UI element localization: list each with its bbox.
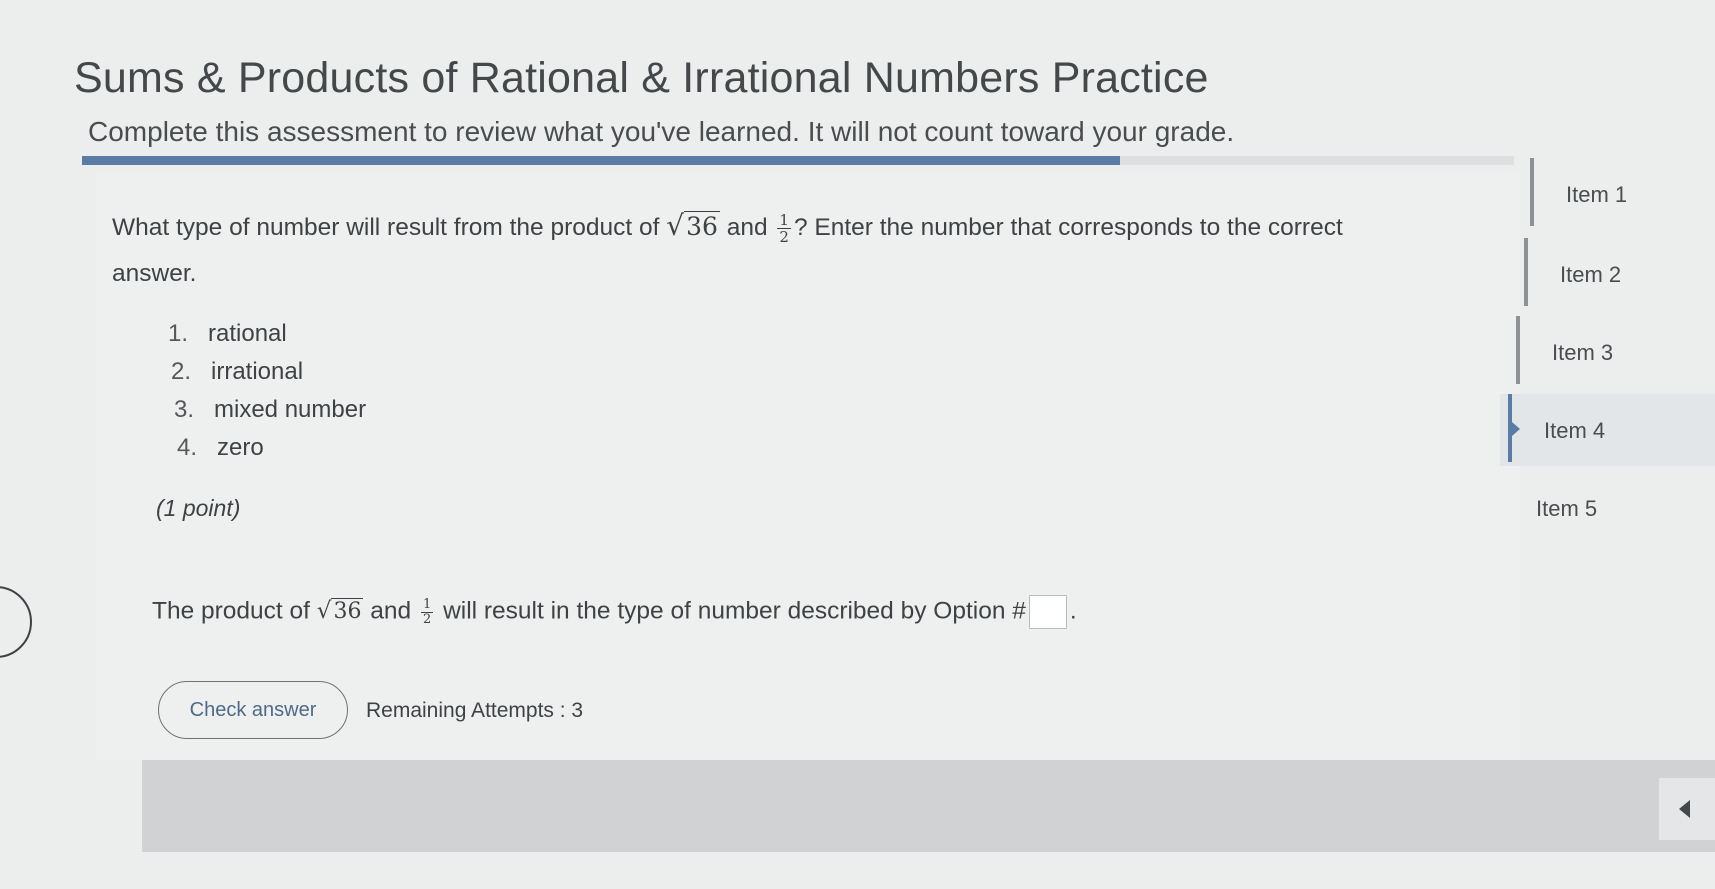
- and-word: and: [370, 597, 412, 625]
- prompt-start: What type of number will result from the…: [112, 214, 660, 241]
- sentence-mid: will result in the type of number descri…: [443, 597, 1026, 625]
- fraction-numerator: 1: [777, 211, 791, 230]
- answer-option: 4. zero: [177, 429, 366, 467]
- answer-option: 3. mixed number: [174, 391, 366, 429]
- bottom-toolbar: [142, 760, 1715, 852]
- sentence-start: The product of: [152, 597, 310, 625]
- sentence-end: .: [1069, 597, 1077, 625]
- item-nav-1[interactable]: Item 1: [1500, 158, 1715, 230]
- option-number: 3.: [174, 396, 195, 423]
- sqrt-radicand: 36: [331, 598, 364, 625]
- item-nav-indicator: [1524, 238, 1528, 306]
- item-nav-indicator: [1516, 316, 1520, 384]
- item-nav-label: Item 4: [1544, 418, 1606, 443]
- item-nav-5[interactable]: Item 5: [1500, 472, 1715, 544]
- answer-option: 2. irrational: [171, 353, 366, 391]
- option-number: 2.: [171, 358, 192, 385]
- progress-bar: [82, 156, 1514, 165]
- item-nav-indicator: [1530, 158, 1534, 226]
- sqrt-expression: √36: [316, 598, 364, 625]
- item-nav-3[interactable]: Item 3: [1500, 316, 1715, 388]
- sqrt-radicand: 36: [684, 211, 720, 241]
- item-nav-4[interactable]: Item 4: [1500, 394, 1715, 466]
- remaining-attempts: Remaining Attempts : 3: [366, 699, 584, 722]
- option-number: 1.: [168, 320, 189, 347]
- option-label: zero: [217, 434, 264, 461]
- answer-sentence: The product of √36 and 12 will result in…: [152, 595, 1077, 629]
- fraction: 12: [420, 596, 434, 627]
- item-nav-label: Item 1: [1566, 182, 1628, 207]
- triangle-left-icon: [1679, 800, 1690, 818]
- item-nav-label: Item 5: [1536, 496, 1598, 521]
- answer-option: 1. rational: [168, 315, 366, 353]
- item-nav-label: Item 2: [1560, 262, 1622, 287]
- and-word: and: [726, 214, 768, 241]
- fraction-denominator: 2: [779, 228, 789, 247]
- option-number: 4.: [177, 434, 198, 461]
- question-panel: What type of number will result from the…: [96, 175, 1520, 760]
- sqrt-symbol: √: [316, 598, 332, 625]
- option-label: rational: [208, 320, 287, 347]
- item-navigation: Item 1 Item 2 Item 3 Item 4 Item 5: [1500, 158, 1715, 558]
- answer-options-list: 1. rational 2. irrational 3. mixed number 4. ze…: [168, 315, 366, 467]
- previous-circle-icon[interactable]: [0, 586, 32, 658]
- fraction-numerator: 1: [420, 596, 434, 613]
- sqrt-symbol: √: [666, 209, 685, 242]
- collapse-button[interactable]: [1659, 778, 1715, 840]
- option-label: mixed number: [214, 396, 367, 423]
- item-nav-label: Item 3: [1552, 340, 1614, 365]
- current-item-arrow-icon: [1512, 422, 1520, 436]
- option-label: irrational: [211, 358, 304, 385]
- sqrt-expression: √36: [666, 209, 720, 242]
- check-answer-button[interactable]: Check answer: [158, 681, 348, 739]
- fraction: 12: [777, 212, 791, 245]
- progress-bar-fill: [82, 156, 1121, 165]
- option-number-input[interactable]: [1028, 595, 1067, 629]
- page-subtitle: Complete this assessment to review what …: [88, 116, 1235, 147]
- fraction-denominator: 2: [422, 611, 432, 627]
- page-title: Sums & Products of Rational & Irrational…: [74, 54, 1209, 102]
- item-nav-2[interactable]: Item 2: [1500, 238, 1715, 310]
- question-prompt: What type of number will result from the…: [112, 203, 1412, 297]
- points-label: (1 point): [156, 495, 241, 521]
